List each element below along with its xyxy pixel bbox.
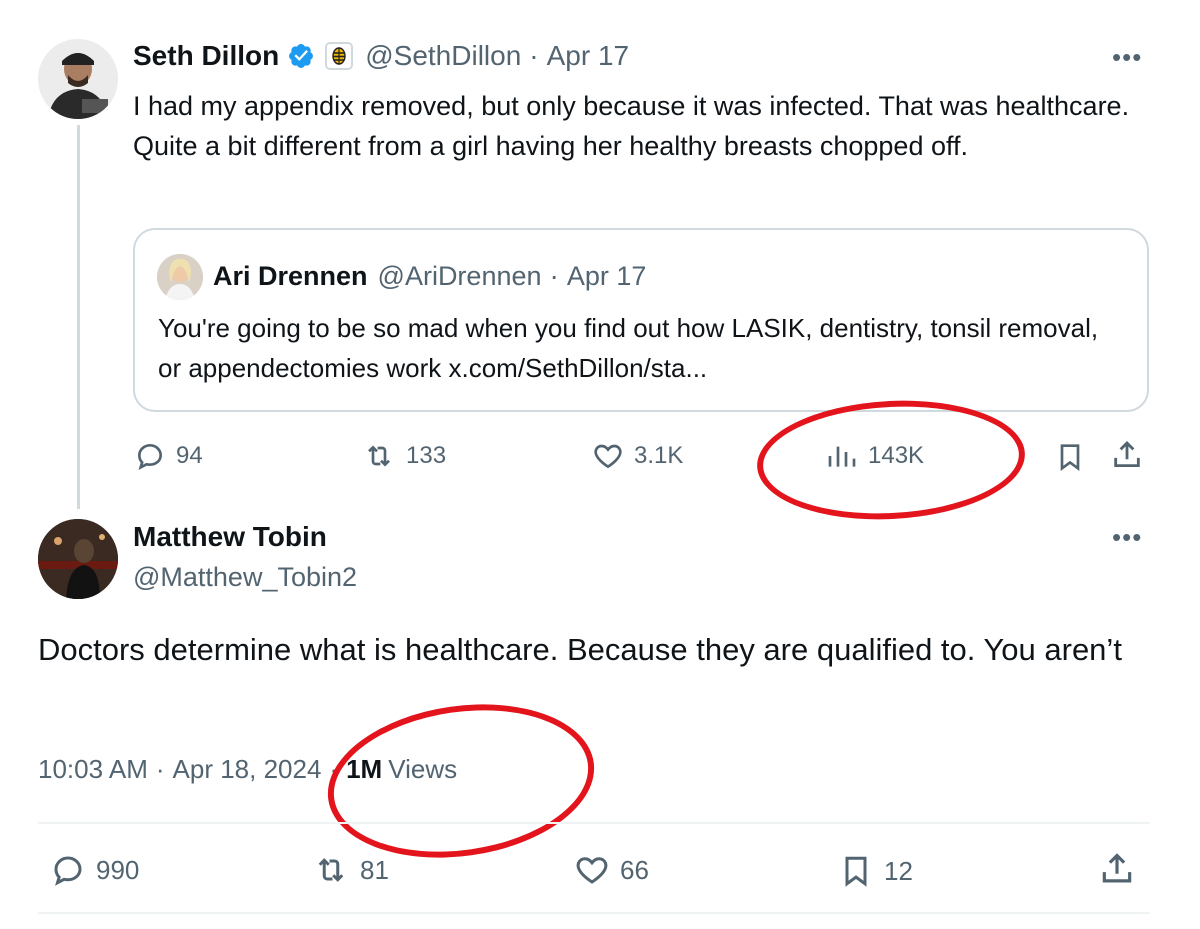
share-button[interactable] bbox=[1098, 850, 1146, 888]
reply-icon bbox=[137, 443, 163, 470]
author-name[interactable]: Seth Dillon bbox=[133, 40, 279, 72]
quoted-tweet-card[interactable]: Ari Drennen @AriDrennen · Apr 17 You're … bbox=[133, 228, 1149, 412]
repost-count: 133 bbox=[406, 442, 447, 469]
like-button[interactable]: 3.1K bbox=[592, 440, 683, 472]
separator-dot: · bbox=[155, 754, 165, 784]
reply-button[interactable]: 990 bbox=[50, 852, 139, 888]
tweet-full-date[interactable]: Apr 18, 2024 bbox=[173, 754, 322, 785]
more-icon[interactable]: ••• bbox=[1112, 44, 1142, 70]
quoted-author-handle: @AriDrennen bbox=[377, 260, 542, 291]
main-tweet-text: Doctors determine what is healthcare. Be… bbox=[38, 632, 1122, 667]
bookmark-button[interactable]: 12 bbox=[838, 852, 913, 890]
main-author-name[interactable]: Matthew Tobin bbox=[133, 521, 327, 553]
bookmark-icon bbox=[845, 856, 867, 887]
reply-count: 990 bbox=[96, 854, 140, 885]
separator-dot: · bbox=[329, 754, 339, 784]
repost-button[interactable]: 133 bbox=[362, 440, 446, 472]
thread-connector bbox=[77, 125, 80, 509]
main-tweet-meta: 10:03 AM · Apr 18, 2024 · 1M Views bbox=[38, 754, 457, 785]
reply-icon bbox=[54, 856, 82, 886]
repost-button[interactable]: 81 bbox=[312, 852, 389, 888]
main-author-handle[interactable]: @Matthew_Tobin2 bbox=[133, 562, 357, 593]
avatar-matthew-tobin[interactable] bbox=[38, 519, 118, 599]
views-count: 143K bbox=[868, 442, 925, 469]
views-label: Views bbox=[388, 754, 458, 784]
separator-dot: · bbox=[549, 260, 559, 291]
like-icon bbox=[576, 857, 608, 884]
first-tweet-text: I had my appendix removed, but only beca… bbox=[133, 91, 1130, 161]
avatar-seth-dillon[interactable] bbox=[38, 39, 118, 119]
views-total: 1M bbox=[346, 754, 383, 784]
bookmark-icon bbox=[1060, 444, 1080, 471]
quoted-tweet-header: Ari Drennen @AriDrennen · Apr 17 bbox=[213, 260, 646, 292]
verified-badge-icon bbox=[289, 44, 314, 68]
views-button[interactable]: 143K bbox=[826, 440, 924, 472]
organization-badge-icon bbox=[325, 42, 354, 70]
share-icon bbox=[1114, 440, 1140, 468]
quoted-tweet-text: You're going to be so mad when you find … bbox=[158, 313, 1099, 383]
like-button[interactable]: 66 bbox=[574, 852, 649, 888]
separator-dot: · bbox=[529, 40, 539, 71]
author-handle[interactable]: @SethDillon bbox=[365, 40, 521, 72]
more-icon[interactable]: ••• bbox=[1112, 524, 1142, 550]
bookmark-count: 12 bbox=[884, 855, 913, 886]
like-count: 66 bbox=[620, 854, 649, 885]
reply-button[interactable]: 94 bbox=[134, 440, 203, 472]
like-icon bbox=[594, 444, 622, 469]
share-icon bbox=[1102, 853, 1132, 883]
first-tweet-header: Seth Dillon @SethDillon · Apr 17 bbox=[133, 40, 629, 72]
repost-count: 81 bbox=[360, 854, 389, 885]
repost-icon bbox=[318, 858, 344, 882]
share-button[interactable] bbox=[1110, 438, 1154, 472]
bookmark-button[interactable] bbox=[1054, 440, 1096, 474]
quoted-author-name: Ari Drennen bbox=[213, 260, 368, 291]
reply-count: 94 bbox=[176, 442, 203, 469]
tweet-time[interactable]: 10:03 AM bbox=[38, 754, 148, 785]
quoted-tweet-date: Apr 17 bbox=[566, 260, 647, 291]
views-icon bbox=[828, 446, 856, 467]
tweet-date[interactable]: Apr 17 bbox=[547, 40, 630, 72]
avatar-ari-drennen bbox=[157, 254, 203, 300]
like-count: 3.1K bbox=[634, 442, 684, 469]
divider bbox=[38, 912, 1150, 914]
divider bbox=[38, 822, 1150, 824]
repost-icon bbox=[368, 445, 390, 467]
